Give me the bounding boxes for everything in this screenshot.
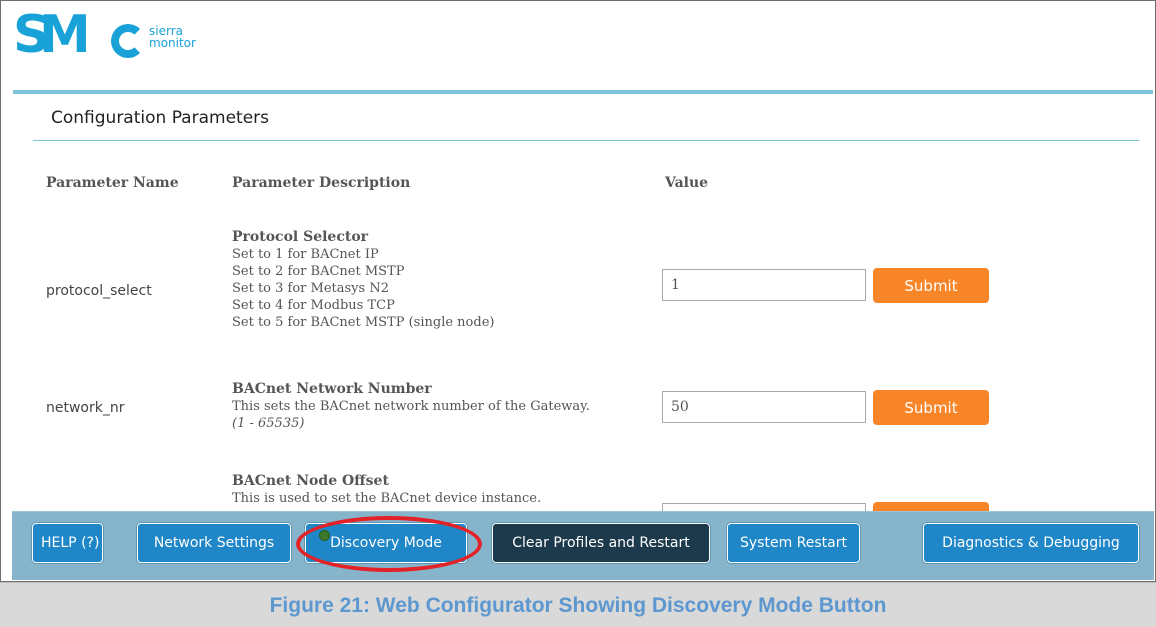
logo-subtitle: sierra monitor [149,25,196,49]
network-nr-submit-button[interactable]: Submit [873,390,989,425]
param-desc-line: Set to 4 for Modbus TCP [232,298,395,313]
param-desc-line: Set to 5 for BACnet MSTP (single node) [232,315,495,330]
clear-profiles-restart-button[interactable]: Clear Profiles and Restart [492,523,710,563]
column-header-description: Parameter Description [232,175,411,191]
section-title: Configuration Parameters [51,108,269,128]
logo-sub-line2: monitor [149,36,196,50]
param-title: Protocol Selector [232,229,369,245]
logo-letter-m: M [39,5,91,65]
param-title: BACnet Network Number [232,381,432,397]
column-header-value: Value [665,175,709,191]
network-settings-button[interactable]: Network Settings [137,523,291,563]
param-desc-line: Set to 1 for BACnet IP [232,247,379,262]
section-divider [33,140,1139,141]
smc-logo: S M sierra monitor [13,5,213,65]
status-led-icon [319,530,330,541]
protocol-select-submit-button[interactable]: Submit [873,268,989,303]
param-name-network-nr: network_nr [46,400,125,416]
param-title: BACnet Node Offset [232,473,389,489]
diagnostics-debugging-button[interactable]: Diagnostics & Debugging [923,523,1139,563]
discovery-mode-button[interactable]: Discovery Mode [305,523,467,563]
protocol-select-value-input[interactable] [662,269,866,301]
web-configurator-window: S M sierra monitor Configuration Paramet… [0,0,1156,582]
param-desc-line: Set to 2 for BACnet MSTP [232,264,405,279]
param-range: (1 - 65535) [232,416,305,431]
param-desc-line: This is used to set the BACnet device in… [232,491,542,506]
help-button[interactable]: HELP (?) [32,523,103,563]
bottom-nav-bar: HELP (?) Network Settings Discovery Mode… [12,511,1154,580]
column-header-name: Parameter Name [46,175,179,191]
figure-caption: Figure 21: Web Configurator Showing Disc… [269,594,887,617]
logo-c-ring [111,24,145,58]
header-divider [13,90,1153,94]
param-desc-line: This sets the BACnet network number of t… [232,399,590,414]
param-description-node-offset: BACnet Node Offset This is used to set t… [232,473,541,507]
network-nr-value-input[interactable] [662,391,866,423]
param-name-protocol-select: protocol_select [46,283,152,299]
system-restart-button[interactable]: System Restart [727,523,860,563]
param-description-network-nr: BACnet Network Number This sets the BACn… [232,381,590,432]
param-description-protocol-select: Protocol Selector Set to 1 for BACnet IP… [232,229,494,331]
param-desc-line: Set to 3 for Metasys N2 [232,281,389,296]
